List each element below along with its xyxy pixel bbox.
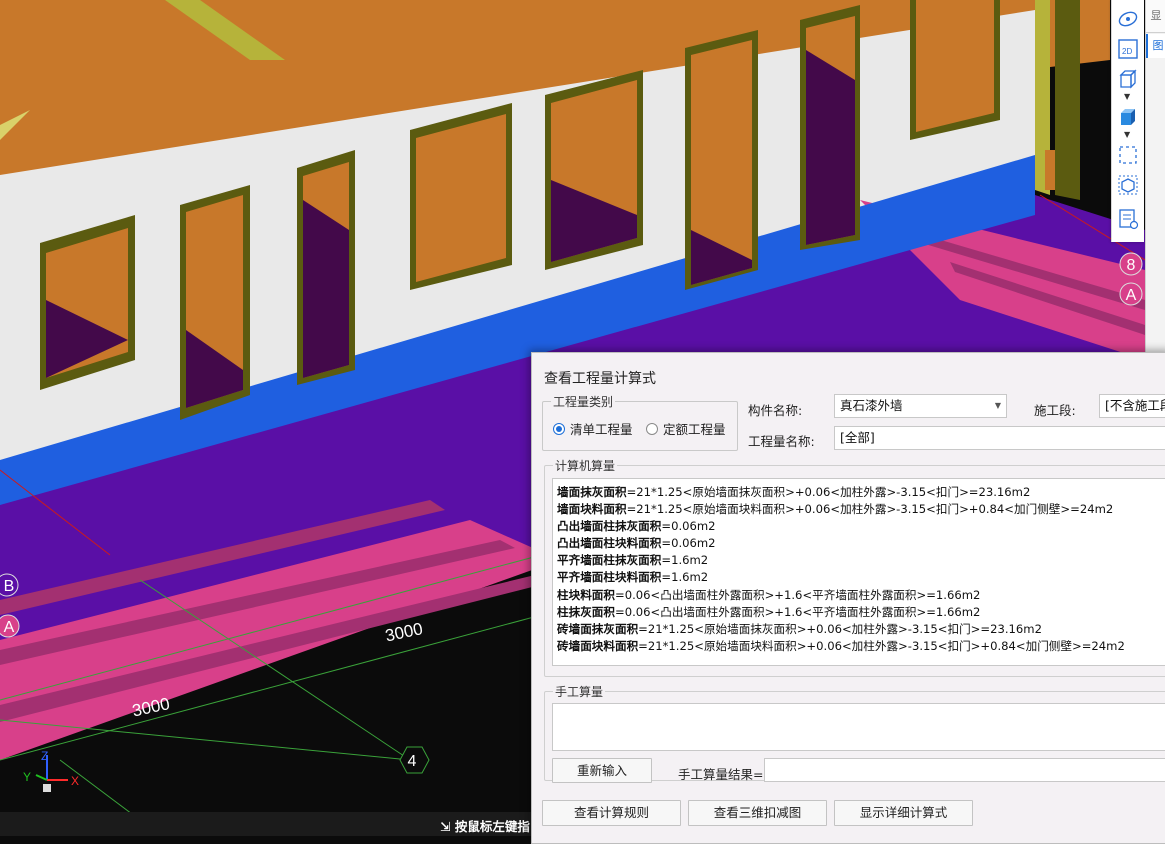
quantity-formula-dialog: 查看工程量计算式 工程量类别 清单工程量 定额工程量 构件名称: 真石漆外墙 ▼ … [531,352,1165,844]
chevron-down-icon[interactable]: ▼ [1124,93,1130,101]
chevron-down-icon: ▼ [994,401,1001,410]
axis-bubble: A [1119,282,1143,306]
cube-solid-icon[interactable] [1117,106,1139,128]
category-group: 工程量类别 清单工程量 定额工程量 [542,393,738,451]
stage-select[interactable]: [不含施工段 [1099,394,1165,418]
radio-unchecked-icon [646,422,658,435]
axis-bubble: A [0,614,20,638]
panel-tab-selected[interactable]: 图 [1146,34,1165,58]
calc-line: 砖墙面抹灰面积=21*1.25<原始墙面抹灰面积>+0.06<加柱外露>-3.1… [557,621,1042,636]
view-calc-rules-button[interactable]: 查看计算规则 [542,800,681,826]
radio-checked-icon [553,422,565,435]
svg-text:A: A [4,619,15,636]
computer-section-legend: 计算机算量 [553,457,618,474]
svg-text:Y: Y [23,770,31,784]
select-box-icon[interactable] [1117,144,1139,166]
panel-tab[interactable]: 显 [1146,0,1165,33]
calc-line: 墙面抹灰面积=21*1.25<原始墙面抹灰面积>+0.06<加柱外露>-3.15… [557,485,1031,499]
svg-text:2D: 2D [1122,47,1132,56]
svg-text:B: B [4,578,15,595]
chevron-down-icon[interactable]: ▼ [1124,131,1130,139]
axis-bubble: 4 [399,746,430,774]
property-panel-edge: 显 图 [1145,0,1165,352]
reenter-button[interactable]: 重新输入 [552,758,652,783]
svg-text:X: X [71,774,79,788]
box-3d-icon[interactable] [1117,174,1139,196]
radio-label: 清单工程量 [570,422,633,437]
view-2d-icon[interactable]: 2D [1117,38,1139,60]
svg-text:Z: Z [41,749,48,763]
component-name-select[interactable]: 真石漆外墙 ▼ [834,394,1007,418]
manual-result-label: 手工算量结果= [678,767,764,782]
svg-text:4: 4 [408,753,417,770]
quantity-name-select[interactable]: [全部] [834,426,1165,450]
calc-line: 柱抹灰面积=0.06<凸出墙面柱外露面积>+1.6<平齐墙面柱外露面积>=1.6… [557,604,981,619]
show-detailed-formula-button[interactable]: 显示详细计算式 [834,800,973,826]
report-icon[interactable] [1117,208,1139,230]
view-toolbar: 2D ▼ ▼ [1111,0,1144,242]
component-name-label: 构件名称: [748,403,803,418]
calc-line: 平齐墙面柱块料面积=1.6m2 [557,570,709,585]
view-3d-deduction-button[interactable]: 查看三维扣减图 [688,800,827,826]
axis-bubble: B [0,573,19,597]
category-group-legend: 工程量类别 [551,393,616,410]
svg-text:8: 8 [1127,257,1136,274]
axis-bubble: 8 [1119,252,1143,276]
manual-result-field[interactable] [764,758,1165,782]
cube-icon[interactable] [1117,68,1139,90]
manual-section-legend: 手工算量 [553,683,606,700]
radio-quota-quantity[interactable]: 定额工程量 [646,419,726,438]
radio-label: 定额工程量 [663,422,726,437]
calc-line: 柱块料面积=0.06<凸出墙面柱外露面积>+1.6<平齐墙面柱外露面积>=1.6… [557,587,981,602]
svg-text:A: A [1126,287,1137,304]
calc-formula-text[interactable]: 墙面抹灰面积=21*1.25<原始墙面抹灰面积>+0.06<加柱外露>-3.15… [552,478,1165,666]
calc-line: 砖墙面块料面积=21*1.25<原始墙面块料面积>+0.06<加柱外露>-3.1… [557,638,1125,653]
quantity-name-label: 工程量名称: [748,434,815,449]
radio-list-quantity[interactable]: 清单工程量 [553,419,633,438]
cursor-hint-icon: ⇲ [440,819,455,834]
dialog-title: 查看工程量计算式 [544,371,656,387]
status-tip: ⇲ 按鼠标左键指 [440,819,530,834]
calc-line: 墙面块料面积=21*1.25<原始墙面块料面积>+0.06<加柱外露>-3.15… [557,502,1114,517]
orbit-icon[interactable] [1117,8,1139,30]
manual-formula-input[interactable] [552,703,1165,751]
calc-line: 凸出墙面柱块料面积=0.06m2 [557,536,716,551]
stage-label: 施工段: [1034,403,1076,418]
calc-line: 平齐墙面柱抹灰面积=1.6m2 [557,553,709,568]
calc-line: 凸出墙面柱抹灰面积=0.06m2 [557,519,716,534]
